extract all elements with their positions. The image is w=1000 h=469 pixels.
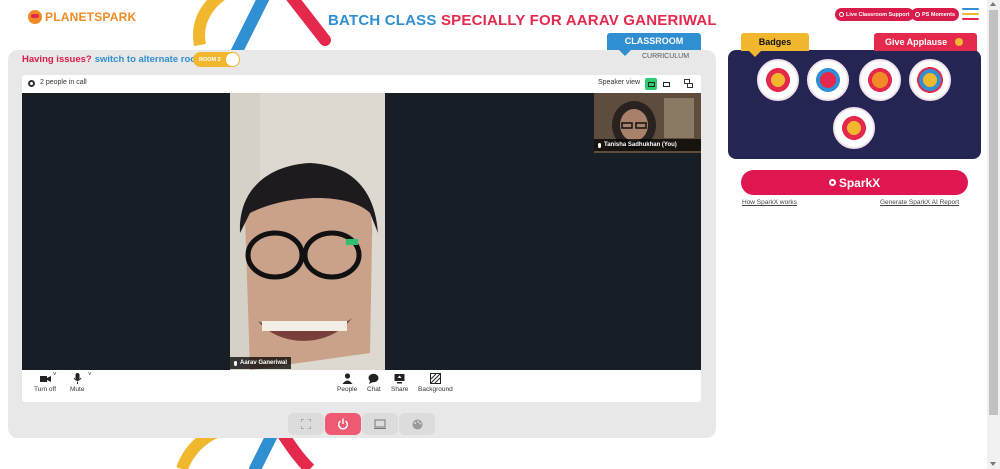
main-participant-video: Aarav Ganeriwal [230, 93, 385, 370]
tab-classroom[interactable]: CLASSROOM [607, 33, 701, 56]
background-button[interactable]: Background [418, 373, 453, 393]
live-support-button[interactable]: Live Classroom Support [835, 8, 914, 21]
issues-question: Having issues? [22, 54, 92, 65]
tab-badges[interactable]: Badges [741, 33, 809, 57]
sparkx-button[interactable]: SparkX [741, 170, 968, 195]
background-icon [429, 373, 441, 384]
moments-icon [915, 12, 920, 17]
video-top-bar: 2 people in call Speaker view [22, 75, 701, 93]
give-applause-button[interactable]: Give Applause [874, 33, 977, 51]
toggle-knob [226, 53, 239, 66]
share-icon [394, 373, 405, 384]
how-sparkx-works-link[interactable]: How SparkX works [742, 199, 797, 206]
gear-icon[interactable] [28, 80, 35, 87]
spark-icon [828, 179, 836, 186]
people-button[interactable]: People [337, 373, 357, 393]
clap-icon [955, 38, 963, 46]
planetspark-logo[interactable]: PLANETSPARK [28, 10, 136, 24]
camera-options-chevron-icon[interactable]: ˅ [53, 372, 57, 378]
main-participant-tag: Aarav Ganeriwal [230, 357, 292, 369]
mic-icon [72, 373, 83, 384]
badge-trophy[interactable] [757, 59, 799, 101]
tab-curriculum[interactable]: CURRICULUM [642, 53, 689, 60]
mic-toggle-button[interactable]: Mute [70, 373, 84, 393]
hamburger-menu-icon[interactable] [962, 8, 979, 22]
power-icon [338, 418, 348, 430]
support-icon [839, 12, 844, 17]
issues-notice: Having issues? switch to alternate room [22, 54, 205, 65]
leave-call-button[interactable] [325, 413, 361, 435]
people-icon [342, 373, 353, 384]
mic-options-chevron-icon[interactable]: ˅ [88, 372, 92, 378]
trophy-badge-icon [764, 66, 792, 94]
self-video-tile: Tanisha Sadhukhan (You) [594, 93, 701, 153]
logo-text: PLANETSPARK [45, 10, 137, 24]
fullscreen-button[interactable] [288, 413, 324, 435]
fullscreen-icon [301, 419, 311, 429]
share-button[interactable]: Share [391, 373, 408, 393]
speaker-badge-icon [916, 66, 944, 94]
participant-image [230, 93, 385, 370]
speaker-view-label: Speaker view [598, 79, 641, 86]
badge-genius[interactable] [833, 107, 875, 149]
page-title: BATCH CLASS SPECIALLY FOR AARAV GANERIWA… [328, 12, 717, 29]
popout-icon[interactable] [683, 78, 695, 90]
screen-icon [374, 419, 386, 429]
camera-icon [39, 373, 51, 384]
star-badge-icon [866, 66, 894, 94]
grid-view-icon[interactable] [660, 78, 672, 90]
badge-fist[interactable] [807, 59, 849, 101]
chat-button[interactable]: Chat [367, 373, 381, 393]
chat-icon [368, 373, 379, 384]
mic-icon [598, 142, 601, 148]
switch-room-link[interactable]: switch to alternate room [95, 54, 205, 65]
video-call-frame: 2 people in call Speaker view Aarav Gane… [22, 75, 701, 402]
title-student: SPECIALLY FOR AARAV GANERIWAL [440, 12, 717, 29]
scroll-down-arrow-icon[interactable] [990, 462, 996, 466]
room-toggle[interactable]: ROOM 2 [193, 52, 240, 67]
scroll-up-arrow-icon[interactable] [990, 2, 996, 6]
genius-badge-icon [840, 114, 868, 142]
video-stage: Aarav Ganeriwal Tanisha Sadhukhan (You) [22, 93, 701, 370]
people-count: 2 people in call [40, 79, 87, 86]
mic-icon [234, 360, 237, 366]
badges-panel [728, 50, 981, 159]
scrollbar-thumb[interactable] [989, 10, 998, 415]
classroom-page: PLANETSPARK BATCH CLASS SPECIALLY FOR AA… [0, 0, 1000, 469]
planetspark-logo-icon [28, 10, 42, 24]
title-batch-class: BATCH CLASS [328, 12, 441, 29]
self-participant-tag: Tanisha Sadhukhan (You) [594, 139, 701, 151]
palette-icon [412, 419, 422, 429]
screen-button[interactable] [362, 413, 398, 435]
badge-speaker[interactable] [909, 59, 951, 101]
ps-moments-button[interactable]: PS Moments [911, 8, 960, 21]
badge-star[interactable] [859, 59, 901, 101]
speaker-view-icon[interactable] [645, 78, 657, 90]
palette-button[interactable] [399, 413, 435, 435]
video-controls-bar: Turn off ˅ Mute ˅ People Chat Share Back… [22, 370, 701, 402]
fist-badge-icon [814, 66, 842, 94]
generate-report-link[interactable]: Generate SparkX AI Report [880, 199, 959, 206]
